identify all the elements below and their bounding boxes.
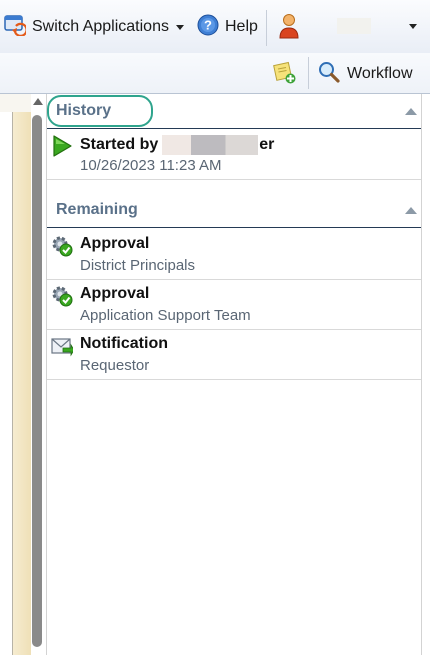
svg-text:?: ? [204,17,212,32]
workflow-button[interactable]: Workflow [318,61,413,88]
help-button[interactable]: ? Help [197,14,258,41]
remaining-item-title: Approval [80,285,150,302]
play-icon [51,135,73,157]
history-section-header[interactable]: History [47,94,422,129]
redacted-name [162,135,259,155]
history-item-title: Started by er [80,135,274,155]
workflow-label: Workflow [347,65,413,82]
history-item-title-prefix: Started by [80,136,159,154]
toolbar-divider [266,10,267,46]
remaining-item-title: Notification [80,335,168,352]
vertical-scrollbar[interactable] [32,96,43,655]
remaining-item-title: Approval [80,235,150,252]
switch-applications-button[interactable]: Switch Applications [4,14,184,41]
help-label: Help [225,18,258,35]
workflow-panel: History Started by er 10/26/2023 11:23 AM… [46,94,422,655]
history-item-timestamp: 10/26/2023 11:23 AM [80,157,222,174]
top-app-bar: Switch Applications ? Help [0,0,430,54]
scroll-up-arrow-icon[interactable] [33,98,43,105]
toolbar-divider [308,57,309,89]
panel-right-frame [421,94,430,655]
remaining-section-header[interactable]: Remaining [47,193,422,228]
remaining-item-subtitle: District Principals [80,257,196,274]
remaining-item-subtitle: Requestor [80,357,150,374]
history-item-title-suffix: er [259,136,275,154]
approval-gear-check-icon [51,235,73,257]
approval-gear-check-icon [51,285,73,307]
scrollbar-thumb[interactable] [32,115,42,647]
remaining-item-notification[interactable]: Notification Requestor [47,329,422,380]
collapse-arrow-icon[interactable] [405,207,417,214]
add-note-icon[interactable] [273,61,297,90]
help-icon: ? [197,14,219,41]
document-page-edge [13,112,31,655]
collapse-arrow-icon[interactable] [405,108,417,115]
history-item-started[interactable]: Started by er 10/26/2023 11:23 AM [47,129,422,180]
chevron-down-icon [409,24,417,29]
user-avatar-icon [277,13,301,44]
envelope-icon [51,335,75,357]
history-title: History [56,102,112,119]
switch-applications-icon [4,14,28,41]
remaining-item-subtitle: Application Support Team [80,307,251,324]
workflow-toolbar: Workflow [0,53,430,94]
remaining-item-approval-1[interactable]: Approval District Principals [47,229,422,280]
switch-applications-label: Switch Applications [32,18,169,35]
user-menu-button[interactable] [275,12,425,42]
chevron-down-icon [175,24,184,30]
remaining-item-approval-2[interactable]: Approval Application Support Team [47,279,422,330]
magnifier-icon [318,61,340,88]
remaining-title: Remaining [56,201,138,218]
user-name-redacted [337,18,371,34]
document-page [0,112,13,655]
